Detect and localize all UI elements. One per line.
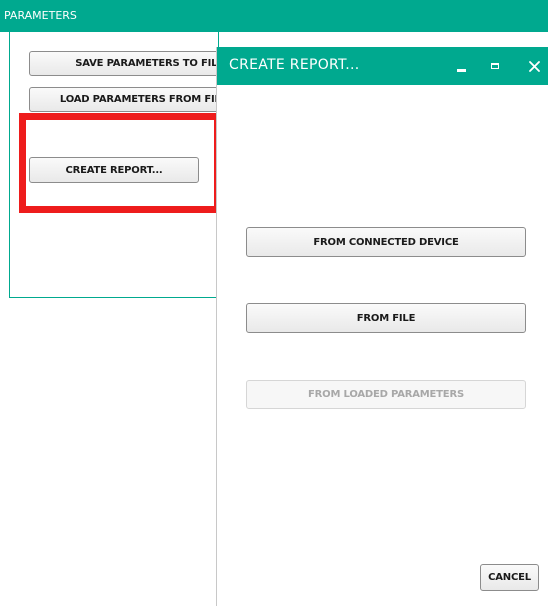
from-connected-device-label: FROM CONNECTED DEVICE <box>313 236 459 248</box>
cancel-label: CANCEL <box>488 572 531 583</box>
close-icon[interactable] <box>519 47 548 85</box>
cancel-button[interactable]: CANCEL <box>480 564 539 591</box>
highlight-box <box>19 113 221 213</box>
create-report-dialog: CREATE REPORT... FROM CONNECTED DEVICE F… <box>216 47 548 606</box>
save-parameters-label: SAVE PARAMETERS TO FILE... <box>75 58 235 69</box>
load-parameters-label: LOAD PARAMETERS FROM FILE... <box>59 94 239 105</box>
parameters-title: PARAMETERS <box>4 9 77 22</box>
from-file-button[interactable]: FROM FILE <box>246 303 526 333</box>
parameters-header: PARAMETERS <box>0 0 548 32</box>
from-loaded-parameters-label: FROM LOADED PARAMETERS <box>308 389 464 400</box>
dialog-title: CREATE REPORT... <box>229 57 360 73</box>
from-connected-device-button[interactable]: FROM CONNECTED DEVICE <box>246 227 526 257</box>
dialog-titlebar[interactable]: CREATE REPORT... <box>217 47 548 85</box>
from-loaded-parameters-button: FROM LOADED PARAMETERS <box>246 380 526 409</box>
minimize-icon[interactable] <box>446 47 476 85</box>
maximize-icon[interactable] <box>480 47 510 85</box>
from-file-label: FROM FILE <box>356 312 416 324</box>
